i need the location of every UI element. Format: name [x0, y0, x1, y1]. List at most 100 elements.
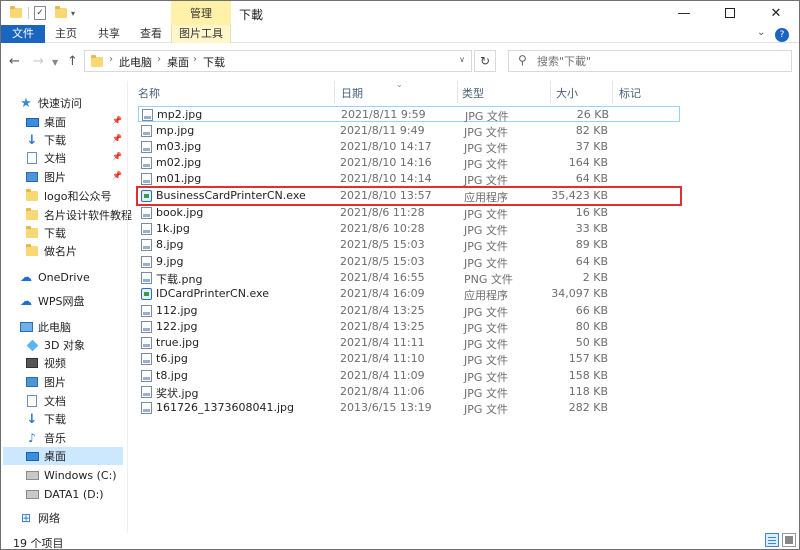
file-row[interactable]: 122.jpg 2021/8/4 13:25 JPG 文件 80 KB: [138, 319, 680, 335]
file-row-highlighted[interactable]: BusinessCardPrinterCN.exe 2021/8/10 13:57…: [136, 186, 682, 206]
breadcrumb-separator[interactable]: ›: [109, 54, 113, 65]
close-button[interactable]: ✕: [753, 1, 799, 25]
back-arrow-icon[interactable]: ←: [9, 54, 20, 69]
help-icon[interactable]: ?: [775, 28, 789, 42]
column-header-name[interactable]: 名称: [138, 85, 160, 103]
tab-view[interactable]: 查看: [131, 25, 171, 43]
column-divider[interactable]: [457, 81, 458, 103]
file-list-header: 名称 ⌄ 日期 类型 大小 标记: [134, 80, 799, 103]
nav-item-pc-pictures[interactable]: 图片: [25, 373, 147, 391]
file-date: 2021/8/4 16:55: [340, 271, 425, 284]
nav-item-pc-downloads[interactable]: ↓ 下载: [25, 410, 147, 428]
search-icon: ⚲: [518, 53, 527, 67]
recent-locations-chevron-icon[interactable]: ▼: [52, 58, 58, 67]
column-divider[interactable]: [550, 81, 551, 103]
nav-wps-drive[interactable]: ☁ WPS网盘: [19, 292, 141, 310]
file-row[interactable]: m03.jpg 2021/8/10 14:17 JPG 文件 37 KB: [138, 139, 680, 155]
nav-label: 做名片: [44, 245, 77, 258]
nav-this-pc[interactable]: 此电脑: [19, 318, 141, 336]
nav-item-pc-documents[interactable]: 文档: [25, 392, 147, 410]
column-divider[interactable]: [334, 81, 335, 103]
nav-item-drive-c[interactable]: Windows (C:): [25, 466, 147, 484]
new-folder-icon[interactable]: [54, 6, 68, 20]
large-icons-view-icon[interactable]: [782, 533, 796, 547]
file-row[interactable]: 下载.png 2021/8/4 16:55 PNG 文件 2 KB: [138, 270, 680, 286]
file-row[interactable]: m01.jpg 2021/8/10 14:14 JPG 文件 64 KB: [138, 171, 680, 187]
nav-quick-access[interactable]: ★ 快速访问: [19, 94, 141, 112]
column-header-date[interactable]: 日期: [341, 85, 363, 103]
nav-item-download-folder[interactable]: 下载: [25, 224, 147, 242]
properties-check-icon[interactable]: ✓: [34, 6, 46, 20]
details-view-icon[interactable]: [765, 533, 779, 547]
file-row[interactable]: t6.jpg 2021/8/4 11:10 JPG 文件 157 KB: [138, 351, 680, 367]
file-row[interactable]: m02.jpg 2021/8/10 14:16 JPG 文件 164 KB: [138, 155, 680, 171]
search-box[interactable]: ⚲: [508, 50, 792, 72]
forward-arrow-icon[interactable]: →: [33, 54, 44, 69]
folder-icon[interactable]: [9, 6, 23, 20]
maximize-button[interactable]: [707, 1, 753, 25]
pane-divider[interactable]: [127, 81, 128, 533]
nav-label: 音乐: [44, 432, 66, 445]
nav-item-card-tutorial-folder[interactable]: 名片设计软件教程: [25, 206, 147, 224]
minimize-button[interactable]: —: [661, 1, 707, 25]
file-row[interactable]: 8.jpg 2021/8/5 15:03 JPG 文件 89 KB: [138, 237, 680, 253]
search-input[interactable]: [537, 53, 787, 69]
nav-label: 视频: [44, 357, 66, 370]
file-row[interactable]: 112.jpg 2021/8/4 13:25 JPG 文件 66 KB: [138, 303, 680, 319]
file-row[interactable]: IDCardPrinterCN.exe 2021/8/4 16:09 应用程序 34,…: [138, 286, 680, 302]
file-row[interactable]: 1k.jpg 2021/8/6 10:28 JPG 文件 33 KB: [138, 221, 680, 237]
column-header-tags[interactable]: 标记: [619, 85, 641, 103]
up-arrow-icon[interactable]: ↑: [67, 54, 78, 69]
breadcrumb-separator[interactable]: ›: [157, 54, 161, 65]
address-history-chevron-icon[interactable]: ∨: [459, 55, 465, 64]
tab-file[interactable]: 文件: [1, 25, 45, 43]
file-size: 118 KB: [568, 385, 608, 398]
file-row[interactable]: t8.jpg 2021/8/4 11:09 JPG 文件 158 KB: [138, 368, 680, 384]
nav-item-pictures[interactable]: 图片: [25, 168, 147, 186]
file-row[interactable]: mp2.jpg 2021/8/11 9:59 JPG 文件 26 KB: [138, 106, 680, 123]
nav-item-pc-desktop[interactable]: 桌面: [3, 447, 123, 465]
navigation-pane[interactable]: ★ 快速访问 桌面 📌 ↓ 下载 📌 文档 📌 图片 📌 logo和公众号 名片…: [1, 81, 132, 533]
breadcrumb-separator[interactable]: ›: [193, 54, 197, 65]
file-row[interactable]: mp.jpg 2021/8/11 9:49 JPG 文件 82 KB: [138, 123, 680, 139]
file-row[interactable]: 9.jpg 2021/8/5 15:03 JPG 文件 64 KB: [138, 254, 680, 270]
column-divider[interactable]: [612, 81, 613, 103]
file-name: t8.jpg: [156, 369, 188, 382]
customize-toolbar-chevron-icon[interactable]: ▾: [69, 6, 77, 20]
file-size: 164 KB: [568, 156, 608, 169]
nav-item-music[interactable]: ♪ 音乐: [25, 429, 147, 447]
refresh-button[interactable]: ↻: [474, 50, 496, 72]
file-type: JPG 文件: [464, 257, 508, 270]
file-row[interactable]: true.jpg 2021/8/4 11:11 JPG 文件 50 KB: [138, 335, 680, 351]
file-type: JPG 文件: [464, 387, 508, 400]
address-bar[interactable]: › 此电脑 › 桌面 › 下载 ∨: [84, 50, 472, 72]
tab-share[interactable]: 共享: [89, 25, 129, 43]
folder-icon: [91, 55, 103, 67]
file-row[interactable]: 奖状.jpg 2021/8/4 11:06 JPG 文件 118 KB: [138, 384, 680, 400]
jpg-file-icon: [141, 141, 152, 153]
file-row[interactable]: book.jpg 2021/8/6 11:28 JPG 文件 16 KB: [138, 205, 680, 221]
column-header-size[interactable]: 大小: [556, 85, 578, 103]
nav-item-downloads[interactable]: ↓ 下载: [25, 131, 147, 149]
tab-home[interactable]: 主页: [45, 25, 87, 43]
expand-ribbon-chevron-icon[interactable]: ⌄: [757, 27, 765, 38]
nav-item-documents[interactable]: 文档: [25, 149, 147, 167]
nav-item-videos[interactable]: 视频: [25, 354, 147, 372]
file-name: IDCardPrinterCN.exe: [156, 287, 269, 300]
nav-label: WPS网盘: [38, 295, 85, 308]
nav-item-logo-folder[interactable]: logo和公众号: [25, 187, 147, 205]
nav-item-drive-d[interactable]: DATA1 (D:): [25, 485, 147, 503]
nav-label: 图片: [44, 171, 66, 184]
column-header-type[interactable]: 类型: [462, 85, 484, 103]
tab-picture-tools[interactable]: 图片工具: [171, 25, 231, 43]
cloud-icon: ☁: [20, 294, 32, 308]
nav-onedrive[interactable]: ☁ OneDrive: [19, 268, 141, 286]
breadcrumb-downloads[interactable]: 下载: [203, 54, 225, 70]
nav-network[interactable]: ⊞ 网络: [19, 509, 141, 527]
nav-item-desktop[interactable]: 桌面: [25, 113, 147, 131]
breadcrumb-this-pc[interactable]: 此电脑: [119, 54, 152, 70]
nav-item-3d-objects[interactable]: 3D 对象: [25, 336, 147, 354]
file-row[interactable]: 161726_1373608041.jpg 2013/6/15 13:19 JPG …: [138, 400, 680, 416]
breadcrumb-desktop[interactable]: 桌面: [167, 54, 189, 70]
nav-item-make-card-folder[interactable]: 做名片: [25, 242, 147, 260]
